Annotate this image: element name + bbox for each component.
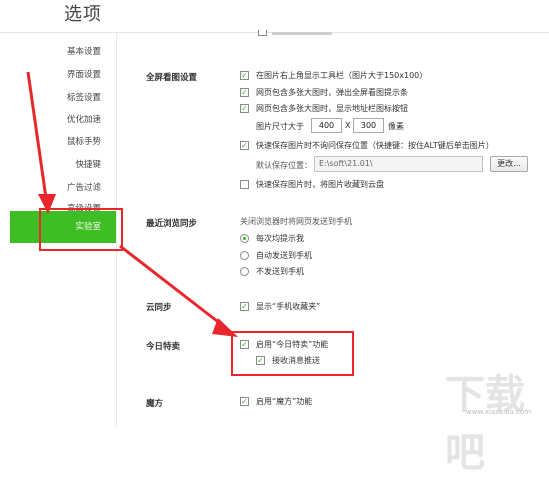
arrow-line-special	[119, 244, 227, 330]
watermark-url: www.xiazaiba.com	[466, 408, 531, 416]
watermark-logo: 下载吧	[445, 372, 525, 476]
arrow-line-lab	[26, 71, 48, 199]
arrow-head-lab	[38, 194, 56, 214]
